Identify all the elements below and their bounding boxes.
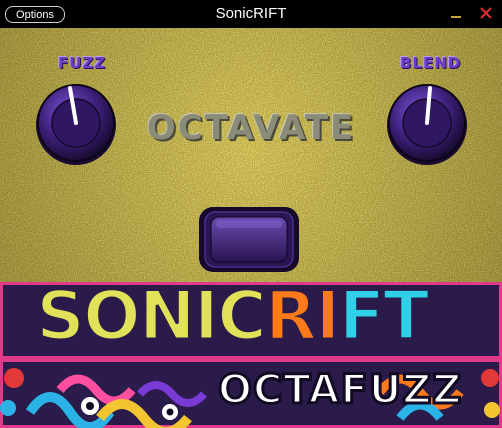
title-bar: Options SonicRIFT [0,0,502,28]
effect-name: OCTAVATE [146,108,356,148]
minimize-button[interactable] [446,3,466,23]
brand-part-ri: RI [263,282,342,356]
close-button[interactable] [476,3,496,23]
brand-part-ft: FT [337,282,431,356]
blend-label: BLEND [400,54,462,72]
product-name: OCTAFUZZ [216,367,463,414]
brand-logo: SONICRIFT [35,282,431,353]
close-icon [480,7,492,19]
plugin-window: Options SonicRIFT FUZZ BLEND OCTAVATE SO… [0,0,502,428]
pedal-body: FUZZ BLEND OCTAVATE SONICRIFT OCTAFUZZ [0,28,502,428]
footswitch-button[interactable] [198,206,300,273]
brand-part-sonic: SONIC [35,282,269,356]
window-title: SonicRIFT [215,5,287,22]
fuzz-label: FUZZ [58,54,107,72]
branding-artwork: SONICRIFT OCTAFUZZ [0,282,502,428]
options-button[interactable]: Options [5,6,65,23]
minimize-icon [451,16,461,18]
